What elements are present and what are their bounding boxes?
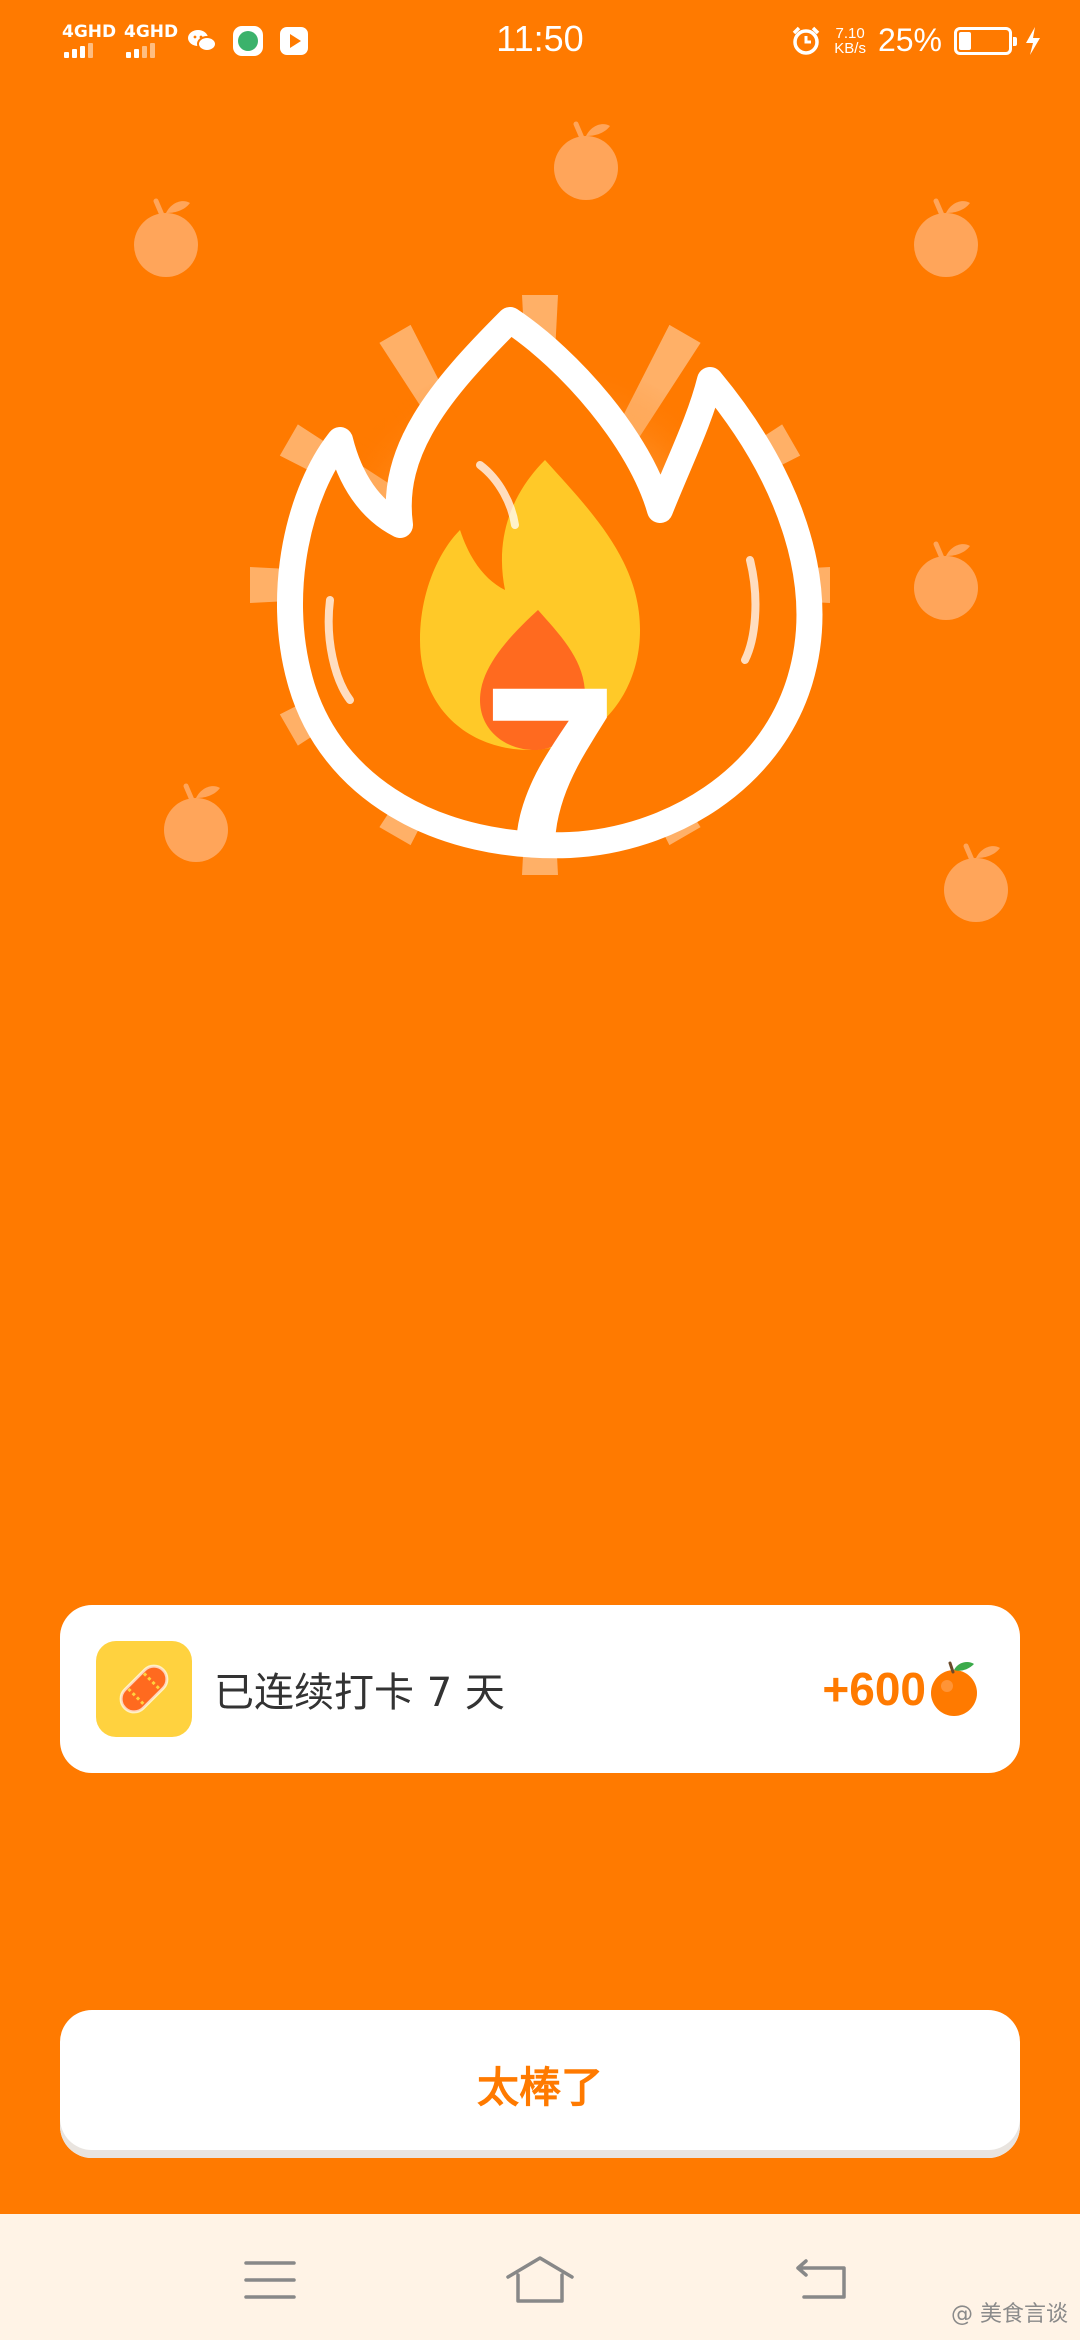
navigation-bar: @ 美食言谈: [0, 2214, 1080, 2340]
menu-button[interactable]: [230, 2250, 310, 2310]
battery-percent: 25%: [877, 22, 942, 58]
streak-number: 7: [486, 642, 614, 880]
status-bar-right: 7.10 KB/s 25%: [790, 22, 1042, 59]
reward-amount: +600: [822, 1663, 926, 1715]
orange-icon: [914, 201, 978, 277]
network-speed-value: 7.10: [835, 24, 865, 42]
charging-icon: [1026, 26, 1040, 55]
reward-card: 已连续打卡 7 天 +600: [60, 1605, 1020, 1773]
back-button[interactable]: [782, 2250, 862, 2310]
battery-icon: [954, 26, 1017, 55]
battery-level: [959, 31, 971, 50]
reward-label: 已连续打卡 7 天: [214, 1670, 505, 1716]
orange-icon: [134, 201, 198, 277]
confirm-button[interactable]: 太棒了: [60, 2010, 1020, 2158]
orange-icon: [914, 544, 978, 620]
orange-coin-icon: [931, 1661, 977, 1716]
orange-icon: [164, 786, 228, 862]
network-speed-unit: KB/s: [834, 39, 866, 57]
watermark: @ 美食言谈: [951, 2302, 1068, 2327]
menu-icon: [244, 2261, 296, 2299]
home-button[interactable]: [500, 2250, 580, 2310]
back-icon: [796, 2259, 846, 2299]
ticket-icon: [96, 1641, 192, 1737]
home-icon: [506, 2256, 574, 2303]
alarm-icon: [793, 26, 820, 55]
orange-icon: [944, 846, 1008, 922]
orange-icon: [554, 124, 618, 200]
streak-flame-badge: 7: [250, 295, 830, 880]
network-speed: 7.10 KB/s: [834, 26, 866, 56]
status-bar: 4GHD 4GHD 11:50 7.10 KB/s 25%: [0, 0, 1080, 84]
